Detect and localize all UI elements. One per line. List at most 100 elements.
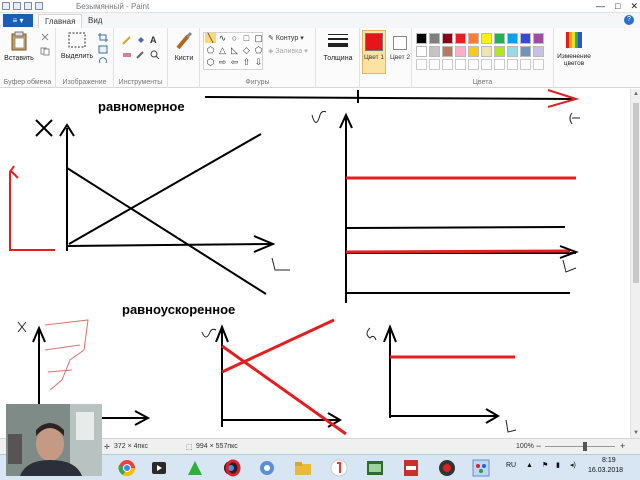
zoom-out-button[interactable]: − [536, 441, 541, 451]
palette-swatch[interactable] [442, 33, 453, 44]
palette-swatch[interactable] [442, 46, 453, 57]
palette-swatch[interactable] [468, 46, 479, 57]
fill-dropdown[interactable]: ◈ Заливка ▾ [268, 47, 308, 55]
save-icon[interactable] [13, 2, 21, 10]
drawing-canvas[interactable]: равномерное равноускоренное [0, 89, 630, 438]
chrome-icon[interactable] [118, 459, 136, 477]
palette-swatch[interactable] [429, 33, 440, 44]
terminal-icon[interactable] [366, 459, 384, 477]
palette-swatch[interactable] [481, 59, 492, 70]
arrow-down-shape-icon[interactable]: ⇩ [253, 57, 264, 67]
text-icon[interactable]: A [150, 35, 160, 45]
palette-swatch[interactable] [507, 33, 518, 44]
folder-icon[interactable] [294, 459, 312, 477]
rotate-icon[interactable] [98, 57, 108, 66]
magnifier-icon[interactable] [150, 50, 160, 59]
line-shape-icon[interactable]: ╲ [205, 33, 216, 43]
palette-swatch[interactable] [455, 33, 466, 44]
arrow-left-shape-icon[interactable]: ⇦ [229, 57, 240, 67]
clock-time[interactable]: 8:19 [602, 457, 616, 464]
palette-swatch[interactable] [429, 59, 440, 70]
curve-shape-icon[interactable]: ∿ [217, 33, 228, 43]
palette-swatch[interactable] [481, 33, 492, 44]
palette-swatch[interactable] [494, 46, 505, 57]
redo-icon[interactable] [35, 2, 43, 10]
brushes-button[interactable]: Кисти [170, 31, 198, 62]
fill-icon[interactable] [136, 36, 146, 45]
palette-swatch[interactable] [520, 33, 531, 44]
palette-swatch[interactable] [455, 46, 466, 57]
copy-icon[interactable] [40, 47, 50, 56]
palette-swatch[interactable] [520, 59, 531, 70]
triangle-shape-icon[interactable]: △ [217, 45, 228, 55]
resize-icon[interactable] [98, 45, 108, 54]
palette-swatch[interactable] [468, 59, 479, 70]
vertical-scrollbar[interactable]: ▲ ▼ [630, 89, 640, 438]
hexagon-shape-icon[interactable]: ⬡ [205, 57, 216, 67]
tab-home[interactable]: Главная [38, 14, 83, 28]
select-button[interactable]: Выделить [60, 31, 94, 60]
palette-swatch[interactable] [533, 33, 544, 44]
scroll-thumb[interactable] [633, 103, 639, 283]
rectangle-shape-icon[interactable]: □ [241, 33, 252, 43]
palette-swatch[interactable] [494, 59, 505, 70]
palette-swatch[interactable] [416, 46, 427, 57]
clock-date[interactable]: 16.03.2018 [588, 467, 623, 474]
palette-swatch[interactable] [507, 46, 518, 57]
palette-swatch[interactable] [494, 33, 505, 44]
paste-button[interactable]: Вставить [4, 31, 34, 62]
green-a-icon[interactable] [186, 459, 204, 477]
help-icon[interactable]: ? [624, 15, 634, 25]
palette-swatch[interactable] [442, 59, 453, 70]
edit-colors-button[interactable]: Изменение цветов [556, 31, 592, 67]
messenger-icon[interactable] [258, 459, 276, 477]
cut-icon[interactable] [40, 33, 50, 42]
volume-icon[interactable]: ◂) [570, 461, 576, 469]
palette-swatch[interactable] [455, 59, 466, 70]
media-player-icon[interactable] [150, 459, 168, 477]
color2-swatch[interactable] [393, 36, 407, 50]
palette-swatch[interactable] [520, 46, 531, 57]
palette-swatch[interactable] [429, 46, 440, 57]
language-indicator[interactable]: RU [506, 462, 516, 469]
size-button[interactable]: Толщина [320, 31, 356, 62]
yandex-icon[interactable] [330, 459, 348, 477]
scroll-down-icon[interactable]: ▼ [632, 430, 640, 436]
crop-icon[interactable] [98, 33, 108, 42]
recorder-icon[interactable] [438, 459, 456, 477]
tray-arrow-icon[interactable]: ▲ [526, 462, 533, 469]
zoom-slider-track[interactable] [545, 446, 615, 447]
minimize-button[interactable]: — [596, 1, 605, 12]
oval-shape-icon[interactable]: ○ [229, 33, 240, 43]
palette-swatch[interactable] [416, 33, 427, 44]
diamond-shape-icon[interactable]: ◇ [241, 45, 252, 55]
palette-swatch[interactable] [533, 59, 544, 70]
pdf-icon[interactable] [402, 459, 420, 477]
rounded-rect-shape-icon[interactable]: ▢ [253, 33, 264, 43]
palette-swatch[interactable] [416, 59, 427, 70]
opera-icon[interactable] [224, 459, 242, 477]
file-menu-button[interactable]: ≡ ▾ [3, 14, 33, 27]
right-triangle-shape-icon[interactable]: ◺ [229, 45, 240, 55]
arrow-right-shape-icon[interactable]: ⇨ [217, 57, 228, 67]
arrow-up-shape-icon[interactable]: ⇧ [241, 57, 252, 67]
palette-swatch[interactable] [481, 46, 492, 57]
paint-taskbar-icon[interactable] [472, 459, 490, 477]
palette-swatch[interactable] [468, 33, 479, 44]
palette-swatch[interactable] [507, 59, 518, 70]
pencil-icon[interactable] [122, 36, 132, 45]
zoom-in-button[interactable]: + [620, 441, 625, 451]
flag-icon[interactable]: ⚑ [542, 461, 548, 469]
outline-dropdown[interactable]: ✎ Контур ▾ [268, 34, 304, 42]
zoom-slider-thumb[interactable] [583, 442, 587, 451]
close-button[interactable]: ✕ [630, 1, 638, 12]
palette-swatch[interactable] [533, 46, 544, 57]
pentagon-shape-icon[interactable]: ⬠ [253, 45, 264, 55]
maximize-button[interactable]: □ [615, 1, 620, 12]
color-picker-icon[interactable] [136, 50, 146, 59]
polygon-shape-icon[interactable]: ⬠ [205, 45, 216, 55]
scroll-up-icon[interactable]: ▲ [632, 91, 640, 97]
eraser-icon[interactable] [122, 50, 132, 59]
undo-icon[interactable] [24, 2, 32, 10]
network-icon[interactable]: ▮ [556, 461, 560, 469]
